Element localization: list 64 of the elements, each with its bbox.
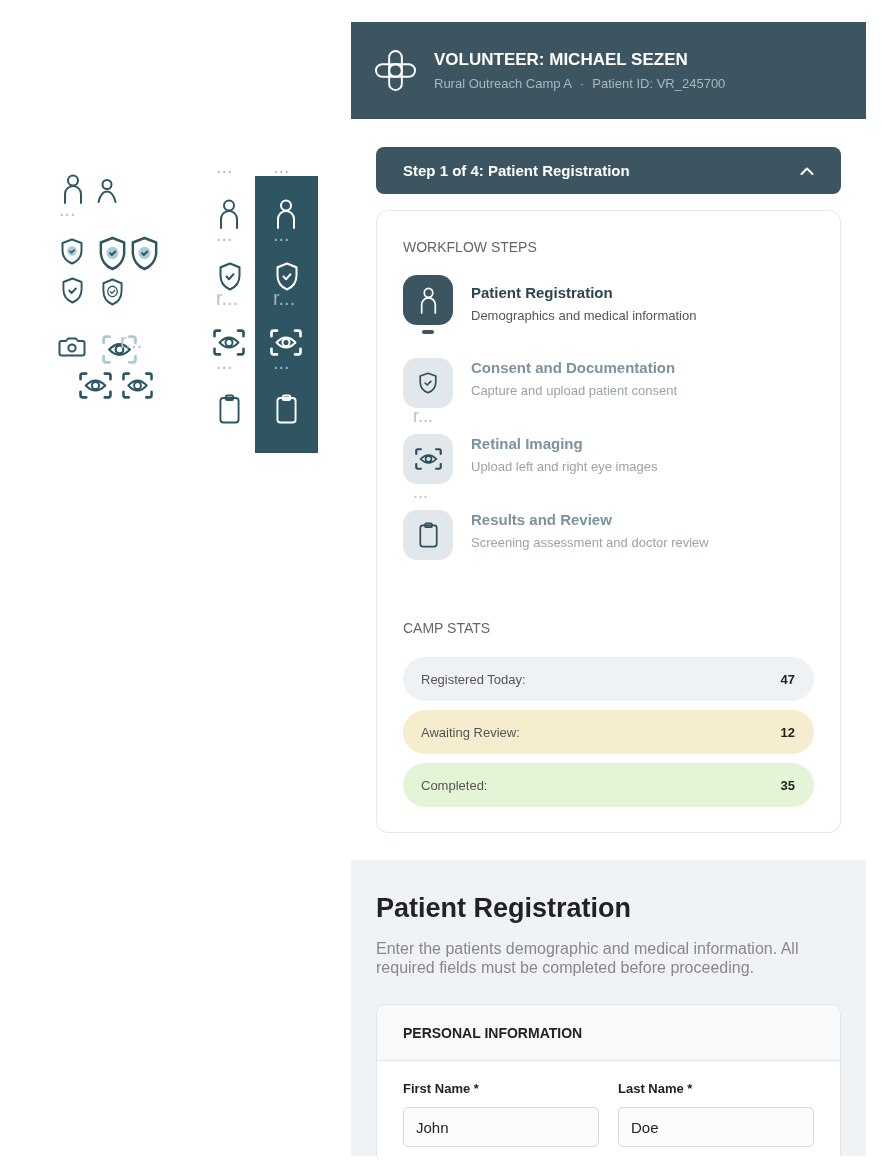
- connector-label: ...: [413, 485, 428, 499]
- shield-check-icon: [62, 277, 83, 304]
- stat-label: Completed:: [421, 777, 488, 793]
- person-icon: [219, 199, 239, 229]
- connector-label: r...: [413, 409, 433, 423]
- stat-label: Awaiting Review:: [421, 724, 520, 740]
- step-title: Consent and Documentation: [471, 358, 677, 378]
- icon-caption: ...: [273, 352, 290, 372]
- active-step-indicator: [422, 330, 434, 334]
- step-title: Results and Review: [471, 510, 613, 530]
- clipboard-icon[interactable]: [403, 510, 453, 560]
- clipboard-icon: [276, 394, 297, 424]
- stat-value: 12: [780, 724, 795, 740]
- person-icon[interactable]: [403, 275, 453, 325]
- shield-check-icon: [276, 262, 298, 291]
- eye-scan-icon: [122, 372, 153, 399]
- clipboard-icon: [219, 394, 240, 424]
- section-heading: CAMP STATS: [403, 620, 492, 636]
- page-heading: Patient Registration: [376, 892, 633, 925]
- icon-caption: r...: [273, 288, 296, 308]
- volunteer-name: VOLUNTEER: MICHAEL SEZEN: [434, 49, 689, 71]
- step-description: Demographics and medical information: [471, 307, 697, 325]
- person-icon: [63, 174, 83, 204]
- shield-check-icon: [99, 236, 126, 271]
- eye-scan-icon[interactable]: [403, 434, 453, 484]
- stat-value: 35: [780, 777, 795, 793]
- chevron-up-icon: [800, 166, 814, 175]
- step-title: Retinal Imaging: [471, 434, 584, 454]
- stat-label: Registered Today:: [421, 671, 526, 687]
- cross-logo-icon: [375, 50, 416, 91]
- section-title: PERSONAL INFORMATION: [403, 1024, 583, 1041]
- shield-check-icon: [131, 236, 158, 271]
- shield-check-icon: [219, 262, 241, 291]
- eye-scan-icon: [213, 329, 245, 356]
- step-description: Upload left and right eye images: [471, 458, 658, 476]
- patient-id: Patient ID: VR_245700: [592, 76, 726, 92]
- icon-caption: ...: [216, 156, 233, 176]
- stat-value: 47: [780, 671, 795, 687]
- person-icon: [276, 199, 296, 229]
- camera-icon: [58, 337, 86, 357]
- icon-caption: ...: [59, 199, 76, 219]
- step-title: Patient Registration: [471, 283, 614, 303]
- separator-dot: ·: [580, 76, 585, 92]
- text-input[interactable]: Doe: [618, 1107, 814, 1147]
- icon-caption: ...: [273, 224, 290, 244]
- section-heading: WORKFLOW STEPS: [403, 239, 538, 255]
- step-toggle-button[interactable]: Step 1 of 4: Patient Registration: [376, 147, 841, 194]
- shield-check-icon: [61, 238, 83, 265]
- shield-check-icon: [102, 278, 123, 306]
- page-description: Enter the patients demographic and medical information. All required fields must be completed before proceeding.: [376, 939, 800, 977]
- eye-scan-icon: [270, 329, 302, 356]
- field-label: First Name *: [403, 1081, 480, 1097]
- icon-caption: ...: [216, 224, 233, 244]
- eye-scan-icon: [79, 372, 112, 399]
- text-input[interactable]: John: [403, 1107, 599, 1147]
- icon-caption: r...: [216, 288, 239, 308]
- camp-name: Rural Outreach Camp A: [434, 76, 572, 92]
- icon-caption: ...: [216, 352, 233, 372]
- step-description: Screening assessment and doctor review: [471, 534, 709, 552]
- person-icon: [97, 179, 117, 203]
- shield-check-icon[interactable]: [403, 358, 453, 408]
- field-label: Last Name *: [618, 1081, 694, 1097]
- icon-caption: ...: [273, 156, 290, 176]
- step-description: Capture and upload patient consent: [471, 382, 677, 400]
